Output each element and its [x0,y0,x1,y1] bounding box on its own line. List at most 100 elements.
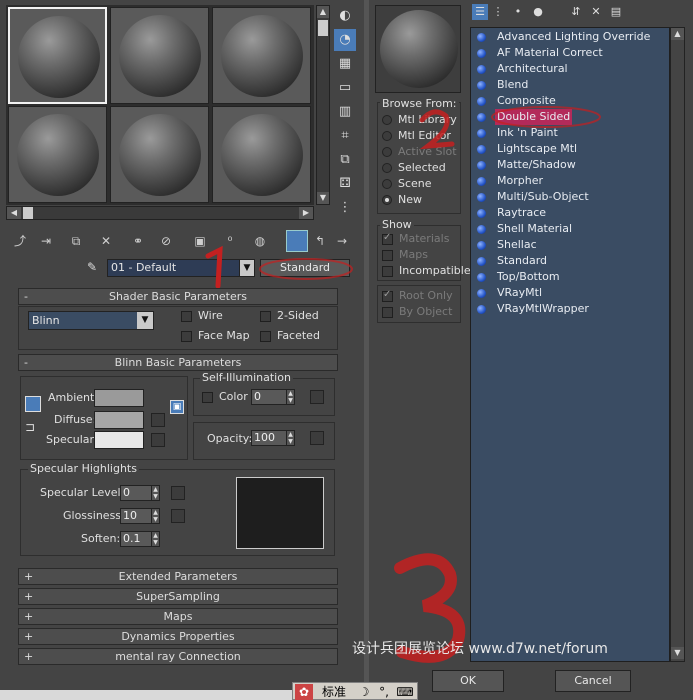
radio-new[interactable] [382,195,392,205]
chevron-down-icon[interactable]: ▼ [137,312,153,329]
clear-library-icon[interactable]: ▤ [608,4,624,20]
material-item-label: Shell Material [497,222,573,235]
radio-mtl-editor[interactable] [382,131,392,141]
scroll-thumb[interactable] [318,20,328,36]
go-to-parent-icon[interactable]: ↰ [310,230,330,252]
material-sphere-icon [477,161,486,170]
sample-slot-4[interactable] [8,106,107,203]
scroll-right-icon[interactable]: ▶ [299,207,313,219]
lock-diffuse-specular-icon[interactable]: ⊐ [25,420,41,436]
scroll-down-icon[interactable]: ▼ [671,647,684,659]
scroll-down-icon[interactable]: ▼ [317,192,329,204]
material-sphere-icon [477,97,486,106]
specular-level-value[interactable]: 0 [120,485,152,501]
scroll-up-icon[interactable]: ▲ [317,6,329,18]
show-map-in-viewport-icon[interactable]: ◍ [250,230,270,252]
view-small-icons-icon[interactable]: • [510,4,526,20]
opacity-value[interactable]: 100 [251,430,287,446]
delete-from-library-icon[interactable]: ✕ [588,4,604,20]
spinner-icon[interactable]: ▲ ▼ [286,389,295,405]
view-list-icons-icon[interactable]: ⋮ [490,4,506,20]
maps-rollout[interactable]: + Maps [18,608,338,625]
self-illum-color-checkbox[interactable] [202,392,213,403]
sample-slot-1[interactable] [8,7,107,104]
update-scene-materials-icon[interactable]: ⇵ [568,4,584,20]
lock-map-icon[interactable]: ▣ [170,400,184,414]
spinner-icon[interactable]: ▲ ▼ [151,485,160,501]
diffuse-map-button[interactable] [151,413,165,427]
self-illum-color-label: Color [219,390,248,403]
slot-horizontal-scrollbar[interactable]: ◀ ▶ [6,206,314,220]
self-illum-value[interactable]: 0 [251,389,287,405]
assign-to-selection-icon[interactable]: ⧉ [66,230,86,252]
material-list-scrollbar[interactable]: ▲ ▼ [670,27,685,662]
view-list-icon[interactable]: ☰ [472,4,488,20]
lock-ambient-diffuse-icon[interactable] [25,396,41,412]
spinner-icon[interactable]: ▲ ▼ [286,430,295,446]
punctuation-icon[interactable]: °, [375,684,393,700]
select-by-material-icon[interactable]: ⚃ [334,173,356,195]
show-end-result-icon[interactable] [286,230,308,252]
get-material-icon[interactable]: ⤴ [10,230,30,252]
specular-color-swatch[interactable] [94,431,144,449]
shader-dropdown[interactable]: Blinn ▼ [28,311,154,330]
video-color-check-icon[interactable]: ▥ [334,101,356,123]
material-navigator-icon[interactable]: ⋮ [334,197,356,219]
make-unique-icon[interactable]: ⊘ [156,230,176,252]
radio-scene[interactable] [382,179,392,189]
specular-map-button[interactable] [151,433,165,447]
diffuse-color-swatch[interactable] [94,411,144,429]
go-forward-to-sibling-icon[interactable]: → [332,230,352,252]
radio-mtl-library[interactable] [382,115,392,125]
dynamics-properties-rollout[interactable]: + Dynamics Properties [18,628,338,645]
put-to-scene-icon[interactable]: ⇥ [36,230,56,252]
extended-parameters-rollout[interactable]: + Extended Parameters [18,568,338,585]
moon-icon[interactable]: ☽ [355,684,373,700]
blinn-basic-parameters-rollout[interactable]: - Blinn Basic Parameters [18,354,338,371]
cancel-button[interactable]: Cancel [555,670,631,692]
background-checker-icon[interactable]: ▦ [334,53,356,75]
reset-map-icon[interactable]: ✕ [96,230,116,252]
view-large-icons-icon[interactable]: ● [530,4,546,20]
sample-slot-6[interactable] [212,106,311,203]
spinner-icon[interactable]: ▲ ▼ [151,508,160,524]
backlight-icon[interactable]: ◔ [334,29,356,51]
pick-material-eyedropper-icon[interactable]: ✎ [84,260,100,276]
opacity-map-button[interactable] [310,431,324,445]
keyboard-icon[interactable]: ⌨ [395,684,415,700]
sample-slot-5[interactable] [110,106,209,203]
options-icon[interactable]: ⧉ [334,149,356,171]
ime-mode[interactable]: 标准 [315,684,353,700]
self-illum-map-button[interactable] [310,390,324,404]
faceted-checkbox[interactable] [260,331,271,342]
two-sided-checkbox[interactable] [260,311,271,322]
glossiness-map-button[interactable] [171,509,185,523]
make-preview-icon[interactable]: ⌗ [334,125,356,147]
mental-ray-connection-rollout[interactable]: + mental ray Connection [18,648,338,665]
ambient-color-swatch[interactable] [94,389,144,407]
sample-slot-2[interactable] [110,7,209,104]
incompatible-checkbox[interactable] [382,266,393,277]
spinner-icon[interactable]: ▲ ▼ [151,531,160,547]
shader-basic-parameters-rollout[interactable]: - Shader Basic Parameters [18,288,338,305]
ime-toolbar: ✿ 标准 ☽ °, ⌨ [292,682,418,700]
make-copy-icon[interactable]: ⚭ [128,230,148,252]
sample-type-icon[interactable]: ◐ [334,5,356,27]
radio-selected[interactable] [382,163,392,173]
glossiness-value[interactable]: 10 [120,508,152,524]
sample-slot-3[interactable] [212,7,311,104]
ime-logo-icon[interactable]: ✿ [295,684,313,700]
scroll-left-icon[interactable]: ◀ [7,207,21,219]
slot-vertical-scrollbar[interactable]: ▲ ▼ [316,5,330,205]
ok-button[interactable]: OK [432,670,504,692]
face-map-checkbox[interactable] [181,331,192,342]
sample-uv-tiling-icon[interactable]: ▭ [334,77,356,99]
scroll-up-icon[interactable]: ▲ [671,28,684,40]
specular-level-map-button[interactable] [171,486,185,500]
wire-checkbox[interactable] [181,311,192,322]
soften-value[interactable]: 0.1 [120,531,152,547]
supersampling-rollout[interactable]: + SuperSampling [18,588,338,605]
chevron-down-icon[interactable]: ▼ [239,259,255,277]
material-sphere-icon [477,273,486,282]
scroll-thumb[interactable] [23,207,33,219]
